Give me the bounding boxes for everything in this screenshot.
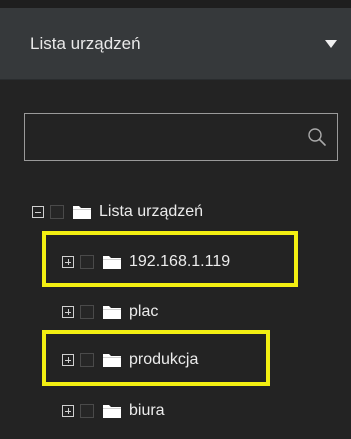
tree-item-label: produkcja xyxy=(129,351,199,368)
folder-icon xyxy=(103,306,121,319)
search-area xyxy=(0,81,351,181)
tree-item-checkbox[interactable] xyxy=(80,353,94,367)
collapse-icon[interactable] xyxy=(32,206,44,218)
folder-icon xyxy=(103,354,121,367)
tree-item-biura[interactable]: biura xyxy=(62,397,165,425)
folder-icon xyxy=(73,206,91,219)
tree-item-checkbox[interactable] xyxy=(80,255,94,269)
tree-item-checkbox[interactable] xyxy=(80,404,94,418)
tree-item-plac[interactable]: plac xyxy=(62,298,158,326)
search-icon[interactable] xyxy=(307,127,327,147)
header-title: Lista urządzeń xyxy=(30,33,141,53)
tree-item-label: biura xyxy=(129,402,165,419)
tree-root-label: Lista urządzeń xyxy=(99,203,204,220)
device-tree: Lista urządzeń 192.168.1.119 plac produk… xyxy=(0,181,351,439)
search-box[interactable] xyxy=(24,113,338,161)
tree-item-label: 192.168.1.119 xyxy=(129,253,231,270)
tree-root-checkbox[interactable] xyxy=(50,205,64,219)
tree-root-row[interactable]: Lista urządzeń xyxy=(32,198,203,226)
folder-icon xyxy=(103,405,121,418)
tree-item-checkbox[interactable] xyxy=(80,305,94,319)
device-list-panel: Lista urządzeń Lista urządzeń 192.168.1.… xyxy=(0,0,351,439)
tree-item-produkcja[interactable]: produkcja xyxy=(62,346,198,374)
top-strip xyxy=(0,0,351,8)
search-input[interactable] xyxy=(25,114,337,160)
tree-item-192-168-1-119[interactable]: 192.168.1.119 xyxy=(62,248,230,276)
tree-item-label: plac xyxy=(129,303,159,320)
expand-icon[interactable] xyxy=(62,354,74,366)
folder-icon xyxy=(103,256,121,269)
device-list-header[interactable]: Lista urządzeń xyxy=(0,8,351,80)
caret-down-icon[interactable] xyxy=(325,39,337,48)
expand-icon[interactable] xyxy=(62,256,74,268)
expand-icon[interactable] xyxy=(62,405,74,417)
expand-icon[interactable] xyxy=(62,306,74,318)
